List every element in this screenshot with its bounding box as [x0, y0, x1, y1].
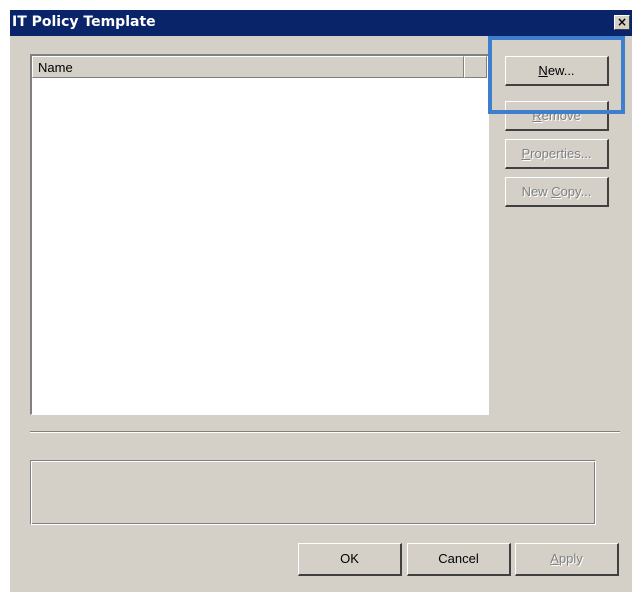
title-bar[interactable]: IT Policy Template ×: [10, 10, 632, 36]
description-box: [30, 460, 596, 525]
template-list[interactable]: Name: [30, 54, 489, 415]
policy-template-dialog: IT Policy Template × Name New... Remove …: [10, 10, 632, 592]
close-icon[interactable]: ×: [614, 15, 630, 30]
list-header: Name: [32, 56, 487, 78]
apply-button[interactable]: Apply: [515, 543, 619, 576]
column-header-extra[interactable]: [464, 56, 487, 78]
new-button-highlight: [488, 36, 625, 114]
window-title: IT Policy Template: [12, 14, 156, 30]
properties-button[interactable]: Properties...: [505, 139, 609, 169]
cancel-button[interactable]: Cancel: [407, 543, 511, 576]
column-header-name[interactable]: Name: [32, 56, 464, 78]
ok-button[interactable]: OK: [298, 543, 402, 576]
separator: [30, 431, 620, 433]
new-copy-button[interactable]: New Copy...: [505, 177, 609, 207]
